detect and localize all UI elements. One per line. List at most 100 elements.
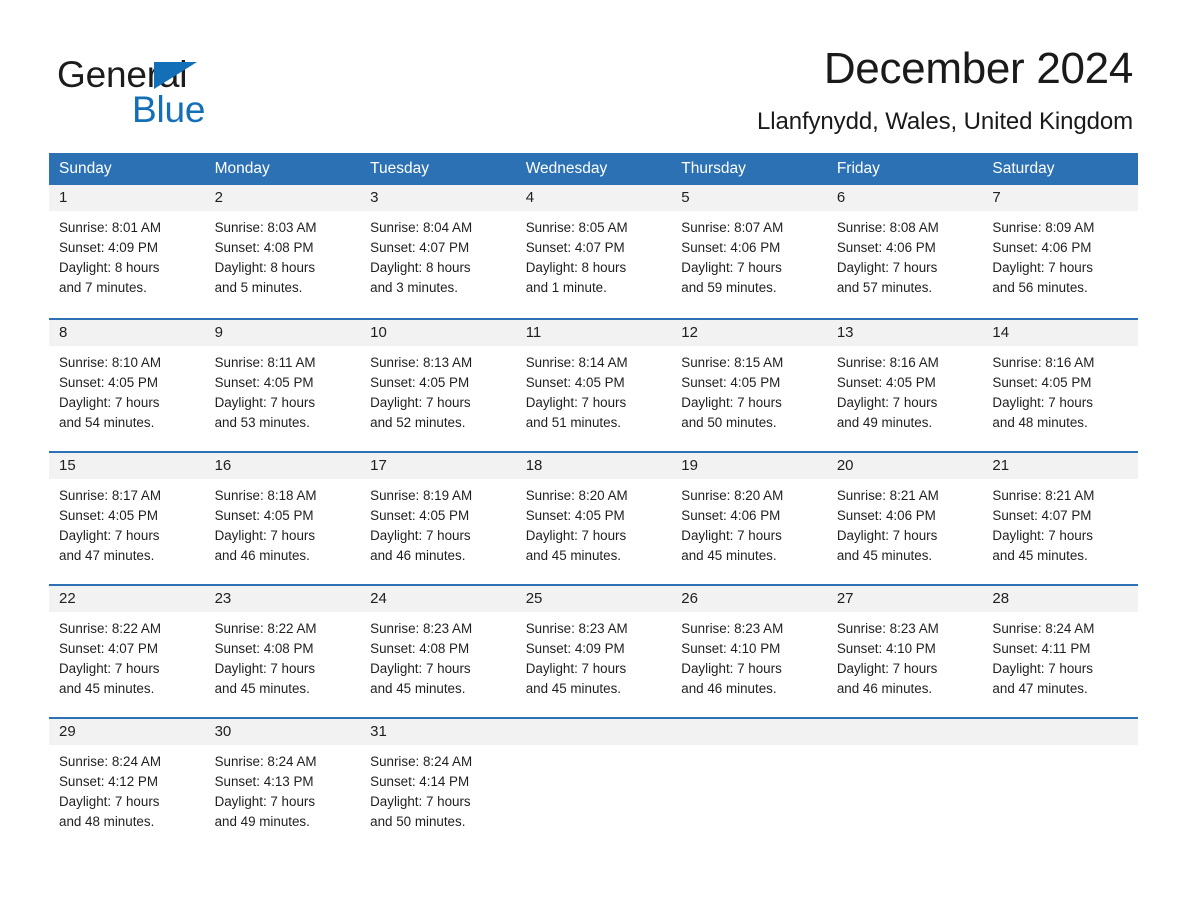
day-cell[interactable]: 22 Sunrise: 8:22 AM Sunset: 4:07 PM Dayl… xyxy=(49,585,205,707)
day-details: Sunrise: 8:11 AM Sunset: 4:05 PM Dayligh… xyxy=(205,346,361,433)
daylight-text-line2: and 46 minutes. xyxy=(836,680,933,696)
day-number: 30 xyxy=(204,718,361,745)
day-number: 8 xyxy=(49,319,205,346)
daylight-text-line1: Daylight: 7 hours xyxy=(836,394,938,410)
sunrise-text: Sunrise: 8:24 AM xyxy=(214,753,317,769)
day-cell[interactable]: 29 Sunrise: 8:24 AM Sunset: 4:12 PM Dayl… xyxy=(49,718,205,840)
day-cell[interactable]: 8 Sunrise: 8:10 AM Sunset: 4:05 PM Dayli… xyxy=(49,319,205,441)
sunrise-text: Sunrise: 8:23 AM xyxy=(836,620,939,636)
sunrise-text: Sunrise: 8:18 AM xyxy=(214,487,317,503)
day-details: Sunrise: 8:20 AM Sunset: 4:06 PM Dayligh… xyxy=(671,479,827,566)
day-cell[interactable]: 31 Sunrise: 8:24 AM Sunset: 4:14 PM Dayl… xyxy=(360,718,516,840)
day-details: Sunrise: 8:23 AM Sunset: 4:10 PM Dayligh… xyxy=(827,612,983,699)
daylight-text-line2: and 51 minutes. xyxy=(525,414,621,430)
day-cell[interactable]: 7 Sunrise: 8:09 AM Sunset: 4:06 PM Dayli… xyxy=(982,184,1138,308)
day-cell[interactable]: 6 Sunrise: 8:08 AM Sunset: 4:06 PM Dayli… xyxy=(826,184,983,308)
day-number xyxy=(982,718,1138,745)
location-subtitle: Llanfynydd, Wales, United Kingdom xyxy=(756,108,1133,136)
day-number: 18 xyxy=(515,452,672,479)
sunrise-text: Sunrise: 8:16 AM xyxy=(836,354,939,370)
day-details: Sunrise: 8:08 AM Sunset: 4:06 PM Dayligh… xyxy=(827,211,983,298)
day-cell[interactable]: 1 Sunrise: 8:01 AM Sunset: 4:09 PM Dayli… xyxy=(49,184,205,308)
day-cell[interactable]: 2 Sunrise: 8:03 AM Sunset: 4:08 PM Dayli… xyxy=(204,184,361,308)
day-number: 24 xyxy=(360,585,516,612)
sunset-text: Sunset: 4:06 PM xyxy=(836,239,936,255)
daylight-text-line2: and 45 minutes. xyxy=(59,680,155,696)
daylight-text-line1: Daylight: 7 hours xyxy=(681,527,782,543)
daylight-text-line2: and 48 minutes. xyxy=(992,414,1088,430)
daylight-text-line2: and 50 minutes. xyxy=(681,414,777,430)
day-cell[interactable]: 30 Sunrise: 8:24 AM Sunset: 4:13 PM Dayl… xyxy=(204,718,361,840)
triangle-icon xyxy=(154,62,197,89)
day-cell[interactable]: 25 Sunrise: 8:23 AM Sunset: 4:09 PM Dayl… xyxy=(515,585,672,707)
week-row: 8 Sunrise: 8:10 AM Sunset: 4:05 PM Dayli… xyxy=(49,317,1138,441)
day-cell[interactable]: 27 Sunrise: 8:23 AM Sunset: 4:10 PM Dayl… xyxy=(826,585,983,707)
day-cell[interactable]: 15 Sunrise: 8:17 AM Sunset: 4:05 PM Dayl… xyxy=(49,452,205,574)
daylight-text-line1: Daylight: 7 hours xyxy=(59,793,160,809)
sunset-text: Sunset: 4:08 PM xyxy=(370,640,470,656)
daylight-text-line2: and 49 minutes. xyxy=(214,813,310,829)
day-cell[interactable]: 4 Sunrise: 8:05 AM Sunset: 4:07 PM Dayli… xyxy=(515,184,672,308)
day-details: Sunrise: 8:04 AM Sunset: 4:07 PM Dayligh… xyxy=(360,211,516,298)
day-details: Sunrise: 8:24 AM Sunset: 4:14 PM Dayligh… xyxy=(360,745,516,832)
day-details: Sunrise: 8:13 AM Sunset: 4:05 PM Dayligh… xyxy=(360,346,516,433)
day-number: 27 xyxy=(826,585,983,612)
daylight-text-line1: Daylight: 8 hours xyxy=(214,259,316,275)
daylight-text-line1: Daylight: 7 hours xyxy=(370,527,471,543)
day-cell[interactable]: 9 Sunrise: 8:11 AM Sunset: 4:05 PM Dayli… xyxy=(204,319,361,441)
day-cell[interactable]: 16 Sunrise: 8:18 AM Sunset: 4:05 PM Dayl… xyxy=(204,452,361,574)
sunrise-text: Sunrise: 8:01 AM xyxy=(59,219,161,235)
day-cell[interactable]: 13 Sunrise: 8:16 AM Sunset: 4:05 PM Dayl… xyxy=(826,319,983,441)
daylight-text-line2: and 45 minutes. xyxy=(214,680,310,696)
day-cell[interactable]: 3 Sunrise: 8:04 AM Sunset: 4:07 PM Dayli… xyxy=(360,184,516,308)
day-cell-empty xyxy=(515,718,672,840)
day-cell[interactable]: 12 Sunrise: 8:15 AM Sunset: 4:05 PM Dayl… xyxy=(671,319,827,441)
generalblue-logo: General Blue xyxy=(57,44,257,128)
day-cell-empty xyxy=(826,718,983,840)
day-cell[interactable]: 28 Sunrise: 8:24 AM Sunset: 4:11 PM Dayl… xyxy=(982,585,1138,707)
day-number: 11 xyxy=(515,319,672,346)
sunrise-text: Sunrise: 8:24 AM xyxy=(370,753,473,769)
day-cell[interactable]: 21 Sunrise: 8:21 AM Sunset: 4:07 PM Dayl… xyxy=(982,452,1138,574)
weekday-header-friday: Friday xyxy=(836,159,880,177)
day-cell[interactable]: 11 Sunrise: 8:14 AM Sunset: 4:05 PM Dayl… xyxy=(515,319,672,441)
sunrise-text: Sunrise: 8:24 AM xyxy=(992,620,1095,636)
day-cell[interactable]: 5 Sunrise: 8:07 AM Sunset: 4:06 PM Dayli… xyxy=(671,184,827,308)
sunrise-text: Sunrise: 8:14 AM xyxy=(525,354,628,370)
sunrise-text: Sunrise: 8:03 AM xyxy=(214,219,317,235)
day-number: 20 xyxy=(826,452,983,479)
daylight-text-line1: Daylight: 8 hours xyxy=(59,259,160,275)
day-cell[interactable]: 23 Sunrise: 8:22 AM Sunset: 4:08 PM Dayl… xyxy=(204,585,361,707)
sunset-text: Sunset: 4:06 PM xyxy=(681,507,781,523)
day-number: 28 xyxy=(982,585,1138,612)
daylight-text-line1: Daylight: 7 hours xyxy=(370,660,471,676)
day-number xyxy=(515,718,672,745)
day-details: Sunrise: 8:16 AM Sunset: 4:05 PM Dayligh… xyxy=(827,346,983,433)
day-number: 17 xyxy=(360,452,516,479)
day-cell[interactable]: 14 Sunrise: 8:16 AM Sunset: 4:05 PM Dayl… xyxy=(982,319,1138,441)
sunrise-text: Sunrise: 8:23 AM xyxy=(370,620,473,636)
day-cell[interactable]: 19 Sunrise: 8:20 AM Sunset: 4:06 PM Dayl… xyxy=(671,452,827,574)
day-cell[interactable]: 18 Sunrise: 8:20 AM Sunset: 4:05 PM Dayl… xyxy=(515,452,672,574)
day-number: 5 xyxy=(671,184,827,211)
daylight-text-line1: Daylight: 7 hours xyxy=(525,394,627,410)
day-number: 9 xyxy=(204,319,361,346)
daylight-text-line2: and 46 minutes. xyxy=(681,680,777,696)
day-number: 12 xyxy=(671,319,827,346)
daylight-text-line1: Daylight: 8 hours xyxy=(525,259,627,275)
sunset-text: Sunset: 4:05 PM xyxy=(214,507,314,523)
day-number: 2 xyxy=(204,184,361,211)
day-cell[interactable]: 17 Sunrise: 8:19 AM Sunset: 4:05 PM Dayl… xyxy=(360,452,516,574)
daylight-text-line2: and 1 minute. xyxy=(525,279,607,295)
day-cell[interactable]: 10 Sunrise: 8:13 AM Sunset: 4:05 PM Dayl… xyxy=(360,319,516,441)
week-row: 15 Sunrise: 8:17 AM Sunset: 4:05 PM Dayl… xyxy=(49,450,1138,574)
day-details: Sunrise: 8:14 AM Sunset: 4:05 PM Dayligh… xyxy=(516,346,672,433)
day-details: Sunrise: 8:22 AM Sunset: 4:07 PM Dayligh… xyxy=(49,612,205,699)
day-cell[interactable]: 26 Sunrise: 8:23 AM Sunset: 4:10 PM Dayl… xyxy=(671,585,827,707)
day-cell[interactable]: 20 Sunrise: 8:21 AM Sunset: 4:06 PM Dayl… xyxy=(826,452,983,574)
day-number: 13 xyxy=(826,319,983,346)
sunset-text: Sunset: 4:10 PM xyxy=(836,640,936,656)
day-details: Sunrise: 8:24 AM Sunset: 4:12 PM Dayligh… xyxy=(49,745,205,832)
day-cell[interactable]: 24 Sunrise: 8:23 AM Sunset: 4:08 PM Dayl… xyxy=(360,585,516,707)
calendar-page: General Blue December 2024 Llanfynydd, W… xyxy=(0,0,1188,918)
